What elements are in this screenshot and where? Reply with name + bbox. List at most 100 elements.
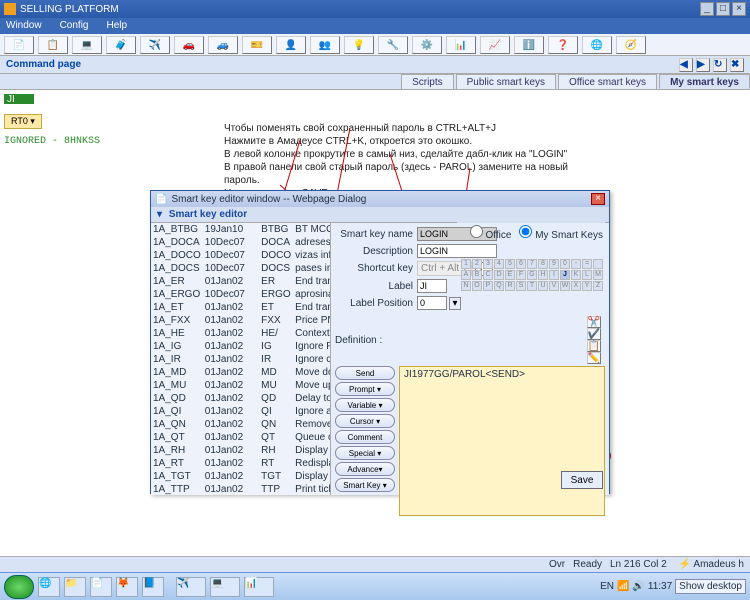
table-row[interactable]: 1A_IR01Jan02IRIgnore ch	[151, 353, 331, 366]
task-doc[interactable]: 📄	[90, 577, 112, 597]
key-6[interactable]: 6	[516, 259, 526, 269]
show-desktop-button[interactable]: Show desktop	[675, 579, 746, 594]
toolbar-btn-7[interactable]: 🚙	[208, 36, 238, 54]
table-row[interactable]: 1A_DOCS10Dec07DOCSpases info	[151, 262, 331, 275]
table-row[interactable]: 1A_MD01Jan02MDMove dow	[151, 366, 331, 379]
save-button[interactable]: Save	[561, 471, 603, 489]
table-row[interactable]: 1A_RH01Jan02RHDisplay P	[151, 444, 331, 457]
toolbar-btn-12[interactable]: 🔧	[378, 36, 408, 54]
rt0-tab[interactable]: RT0 ▾	[4, 114, 42, 129]
key-K[interactable]: K	[571, 270, 581, 280]
def-tool-1[interactable]: ✂️	[587, 316, 601, 328]
task-app-1[interactable]: ✈️	[176, 577, 206, 597]
task-folder[interactable]: 📁	[64, 577, 86, 597]
definition-editor[interactable]: JI1977GG/PAROL<SEND>	[399, 366, 605, 516]
key-7[interactable]: 7	[527, 259, 537, 269]
def-tool-2[interactable]: ✔️	[587, 328, 601, 340]
minimize-button[interactable]: _	[700, 2, 714, 16]
menu-window[interactable]: Window	[6, 20, 42, 32]
key-M[interactable]: M	[593, 270, 603, 280]
tab-office-smart-keys[interactable]: Office smart keys	[558, 74, 657, 89]
toolbar-btn-13[interactable]: ⚙️	[412, 36, 442, 54]
toolbar-btn-4[interactable]: 🧳	[106, 36, 136, 54]
tab-scripts[interactable]: Scripts	[401, 74, 454, 89]
key-D[interactable]: D	[494, 270, 504, 280]
left-pane-list[interactable]: 1A_BTBG19Jan10BTBGBT MCO 9...1A_DOCA10De…	[151, 223, 331, 495]
def-tool-4[interactable]: ✏️	[587, 352, 601, 364]
table-row[interactable]: 1A_BTBG19Jan10BTBGBT MCO 9...	[151, 223, 331, 236]
nav-back-button[interactable]: ◀	[679, 58, 693, 72]
close-button[interactable]: ×	[732, 2, 746, 16]
key-4[interactable]: 4	[494, 259, 504, 269]
key-J[interactable]: J	[560, 270, 570, 280]
task-firefox[interactable]: 🦊	[116, 577, 138, 597]
key-5[interactable]: 5	[505, 259, 515, 269]
tray-vol-icon[interactable]: 🔊	[632, 581, 644, 592]
table-row[interactable]: 1A_ET01Jan02ETEnd trans	[151, 301, 331, 314]
radio-office[interactable]: Office	[470, 225, 512, 241]
key-9[interactable]: 9	[549, 259, 559, 269]
tray-net-icon[interactable]: 📶	[617, 581, 629, 592]
tray-lang[interactable]: EN	[600, 581, 614, 592]
nav-fwd-button[interactable]: ▶	[696, 58, 710, 72]
key-O[interactable]: O	[472, 281, 482, 291]
key-N[interactable]: N	[461, 281, 471, 291]
key-E[interactable]: E	[505, 270, 515, 280]
dialog-close-button[interactable]: ×	[591, 193, 605, 205]
table-row[interactable]: 1A_TTP01Jan02TTPPrint ticke	[151, 483, 331, 495]
def-btn-7[interactable]: Smart Key ▾	[335, 478, 395, 492]
key-[interactable]	[593, 259, 603, 269]
table-row[interactable]: 1A_DOCO10Dec07DOCOvizas info	[151, 249, 331, 262]
table-row[interactable]: 1A_TGT01Jan02TGTDisplay TS	[151, 470, 331, 483]
key-A[interactable]: A	[461, 270, 471, 280]
table-row[interactable]: 1A_ERGO10Dec07ERGOaprosina	[151, 288, 331, 301]
def-btn-4[interactable]: Comment	[335, 430, 395, 444]
toolbar-btn-14[interactable]: 📊	[446, 36, 476, 54]
toolbar-btn-8[interactable]: 🎫	[242, 36, 272, 54]
table-row[interactable]: 1A_DOCA10Dec07DOCAadreses ii	[151, 236, 331, 249]
toolbar-btn-15[interactable]: 📈	[480, 36, 510, 54]
expand-icon[interactable]: ▾	[157, 209, 162, 220]
toolbar-btn-18[interactable]: 🌐	[582, 36, 612, 54]
key-Q[interactable]: Q	[494, 281, 504, 291]
task-app-2[interactable]: 💻	[210, 577, 240, 597]
tab-my-smart-keys[interactable]: My smart keys	[659, 74, 750, 89]
key-V[interactable]: V	[549, 281, 559, 291]
pos-spinner[interactable]: ▾	[449, 297, 461, 310]
table-row[interactable]: 1A_RT01Jan02RTRedisplay	[151, 457, 331, 470]
toolbar-btn-11[interactable]: 💡	[344, 36, 374, 54]
desc-input[interactable]	[417, 244, 497, 258]
table-row[interactable]: 1A_ER01Jan02EREnd trans	[151, 275, 331, 288]
menu-help[interactable]: Help	[106, 20, 127, 32]
key-L[interactable]: L	[582, 270, 592, 280]
label-input[interactable]	[417, 279, 447, 293]
key-R[interactable]: R	[505, 281, 515, 291]
toolbar-btn-3[interactable]: 💻	[72, 36, 102, 54]
start-button[interactable]	[4, 575, 34, 599]
key-P[interactable]: P	[483, 281, 493, 291]
table-row[interactable]: 1A_IG01Jan02IGIgnore PN	[151, 340, 331, 353]
toolbar-btn-9[interactable]: 👤	[276, 36, 306, 54]
key-Y[interactable]: Y	[582, 281, 592, 291]
key-=[interactable]: =	[582, 259, 592, 269]
toolbar-btn-5[interactable]: ✈️	[140, 36, 170, 54]
task-app-3[interactable]: 📊	[244, 577, 274, 597]
key-Z[interactable]: Z	[593, 281, 603, 291]
def-btn-5[interactable]: Special ▾	[335, 446, 395, 460]
toolbar-btn-17[interactable]: ❓	[548, 36, 578, 54]
key-3[interactable]: 3	[483, 259, 493, 269]
key-H[interactable]: H	[538, 270, 548, 280]
toolbar-btn-10[interactable]: 👥	[310, 36, 340, 54]
key-I[interactable]: I	[549, 270, 559, 280]
table-row[interactable]: 1A_QI01Jan02QIIgnore an	[151, 405, 331, 418]
key-C[interactable]: C	[483, 270, 493, 280]
toolbar-btn-2[interactable]: 📋	[38, 36, 68, 54]
def-btn-3[interactable]: Cursor ▾	[335, 414, 395, 428]
pos-input[interactable]	[417, 296, 447, 310]
key-F[interactable]: F	[516, 270, 526, 280]
table-row[interactable]: 1A_FXX01Jan02FXXPrice PNR	[151, 314, 331, 327]
key--[interactable]: -	[571, 259, 581, 269]
table-row[interactable]: 1A_QT01Jan02QTQueue co	[151, 431, 331, 444]
table-row[interactable]: 1A_MU01Jan02MUMove up	[151, 379, 331, 392]
key-T[interactable]: T	[527, 281, 537, 291]
